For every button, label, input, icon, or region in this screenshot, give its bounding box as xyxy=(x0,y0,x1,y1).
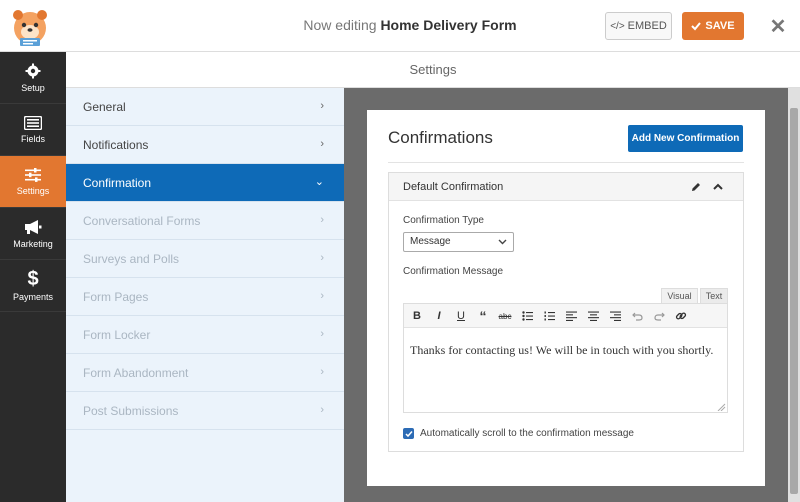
link-button[interactable] xyxy=(673,308,689,324)
chevron-right-icon: › xyxy=(320,366,324,378)
gear-icon xyxy=(25,63,41,78)
confirmation-type-label: Confirmation Type xyxy=(403,215,484,226)
sidebar-item-setup[interactable]: Setup xyxy=(0,52,66,104)
chevron-down-icon: ⌄ xyxy=(314,176,324,188)
sidebar-item-payments[interactable]: $ Payments xyxy=(0,260,66,312)
subnav-item-label: Conversational Forms xyxy=(83,213,201,228)
embed-button[interactable]: </> EMBED xyxy=(605,12,672,40)
chevron-right-icon: › xyxy=(320,328,324,340)
chevron-right-icon: › xyxy=(320,214,324,226)
sidebar-item-label: Fields xyxy=(20,133,45,144)
chevron-down-icon xyxy=(498,239,507,245)
chevron-right-icon: › xyxy=(320,138,324,150)
align-left-icon xyxy=(565,311,577,321)
top-bar: Now editing Home Delivery Form </> EMBED… xyxy=(0,0,800,52)
align-right-button[interactable] xyxy=(607,308,623,324)
align-right-icon xyxy=(609,311,621,321)
sidebar-item-label: Payments xyxy=(12,292,54,302)
numbered-list-icon xyxy=(544,311,555,321)
card-divider xyxy=(388,162,744,163)
auto-scroll-checkbox[interactable] xyxy=(403,428,414,439)
tab-text[interactable]: Text xyxy=(700,288,728,304)
sidebar-item-settings[interactable]: Settings xyxy=(0,156,66,208)
chevron-right-icon: › xyxy=(320,252,324,264)
sidebar-item-label: Setup xyxy=(21,82,45,93)
blockquote-button[interactable]: “ xyxy=(475,308,491,324)
panel-title: Default Confirmation xyxy=(403,181,504,193)
align-center-icon xyxy=(587,311,599,321)
editor-content[interactable]: Thanks for contacting us! We will be in … xyxy=(410,343,713,358)
pencil-icon[interactable] xyxy=(690,181,702,193)
bullet-list-button[interactable] xyxy=(519,308,535,324)
checkmark-icon xyxy=(404,430,413,437)
numbered-list-button[interactable] xyxy=(541,308,557,324)
confirmation-message-label: Confirmation Message xyxy=(403,266,504,277)
add-new-confirmation-button[interactable]: Add New Confirmation xyxy=(628,125,743,152)
wpforms-bear-logo xyxy=(13,10,47,46)
fields-icon xyxy=(24,115,42,130)
align-center-button[interactable] xyxy=(585,308,601,324)
subnav-item-label: Confirmation xyxy=(83,175,152,190)
code-icon: </> xyxy=(610,20,625,32)
sidebar-item-fields[interactable]: Fields xyxy=(0,104,66,156)
subnav-item-label: Post Submissions xyxy=(83,403,179,418)
close-icon: ✕ xyxy=(769,15,787,38)
redo-button[interactable] xyxy=(651,308,667,324)
subnav-item-label: Form Pages xyxy=(83,289,149,304)
undo-icon xyxy=(631,312,643,321)
subnav-item-label: Notifications xyxy=(83,137,149,152)
scrollbar-thumb[interactable] xyxy=(790,108,798,494)
subnav-item-form-pages[interactable]: Form Pages › xyxy=(66,278,344,316)
chevron-right-icon: › xyxy=(320,404,324,416)
auto-scroll-label: Automatically scroll to the confirmation… xyxy=(420,428,634,439)
selected-value: Message xyxy=(410,236,451,247)
sidebar-item-marketing[interactable]: Marketing xyxy=(0,208,66,260)
subnav-item-label: Surveys and Polls xyxy=(83,251,180,266)
checkmark-icon xyxy=(691,22,702,31)
confirmation-type-select[interactable]: Message xyxy=(403,232,514,252)
save-label: SAVE xyxy=(705,20,735,32)
sidebar-item-label: Settings xyxy=(16,185,50,196)
bullet-list-icon xyxy=(521,311,533,321)
save-button[interactable]: SAVE xyxy=(682,12,744,40)
subnav-item-general[interactable]: General › xyxy=(66,88,344,126)
link-icon xyxy=(675,312,687,320)
builder-sidebar: Setup Fields Settings Marketing $ Paymen… xyxy=(0,52,66,502)
embed-label: EMBED xyxy=(627,20,667,32)
close-button[interactable]: ✕ xyxy=(763,12,793,40)
sliders-icon xyxy=(25,167,41,182)
resize-handle-icon[interactable] xyxy=(716,403,726,411)
subnav-item-confirmation[interactable]: Confirmation ⌄ xyxy=(66,164,344,202)
subnav-item-notifications[interactable]: Notifications › xyxy=(66,126,344,164)
redo-icon xyxy=(653,312,665,321)
settings-header: Settings xyxy=(66,52,800,88)
subnav-item-form-abandonment[interactable]: Form Abandonment › xyxy=(66,354,344,392)
subnav-item-post-submissions[interactable]: Post Submissions › xyxy=(66,392,344,430)
dollar-icon: $ xyxy=(27,268,39,290)
megaphone-icon xyxy=(25,219,42,234)
form-name: Home Delivery Form xyxy=(380,17,517,33)
confirmations-title: Confirmations xyxy=(388,128,493,147)
undo-button[interactable] xyxy=(629,308,645,324)
chevron-right-icon: › xyxy=(320,290,324,302)
sidebar-item-label: Marketing xyxy=(13,238,53,249)
strikethrough-button[interactable]: abc xyxy=(497,308,513,324)
subnav-item-label: Form Locker xyxy=(83,327,151,342)
title-prefix: Now editing xyxy=(303,17,377,33)
subnav-item-label: General xyxy=(83,99,126,114)
tab-visual[interactable]: Visual xyxy=(661,288,698,304)
subnav-item-surveys-and-polls[interactable]: Surveys and Polls › xyxy=(66,240,344,278)
underline-button[interactable]: U xyxy=(453,308,469,324)
subnav-item-conversational-forms[interactable]: Conversational Forms › xyxy=(66,202,344,240)
italic-button[interactable]: I xyxy=(431,308,447,324)
chevron-right-icon: › xyxy=(320,100,324,112)
align-left-button[interactable] xyxy=(563,308,579,324)
bold-button[interactable]: B xyxy=(409,308,425,324)
settings-subnav: General › Notifications › Confirmation ⌄… xyxy=(66,88,344,502)
chevron-up-icon[interactable] xyxy=(712,181,724,193)
page-title: Now editing Home Delivery Form xyxy=(260,17,560,33)
subnav-item-label: Form Abandonment xyxy=(83,365,189,380)
subnav-item-form-locker[interactable]: Form Locker › xyxy=(66,316,344,354)
